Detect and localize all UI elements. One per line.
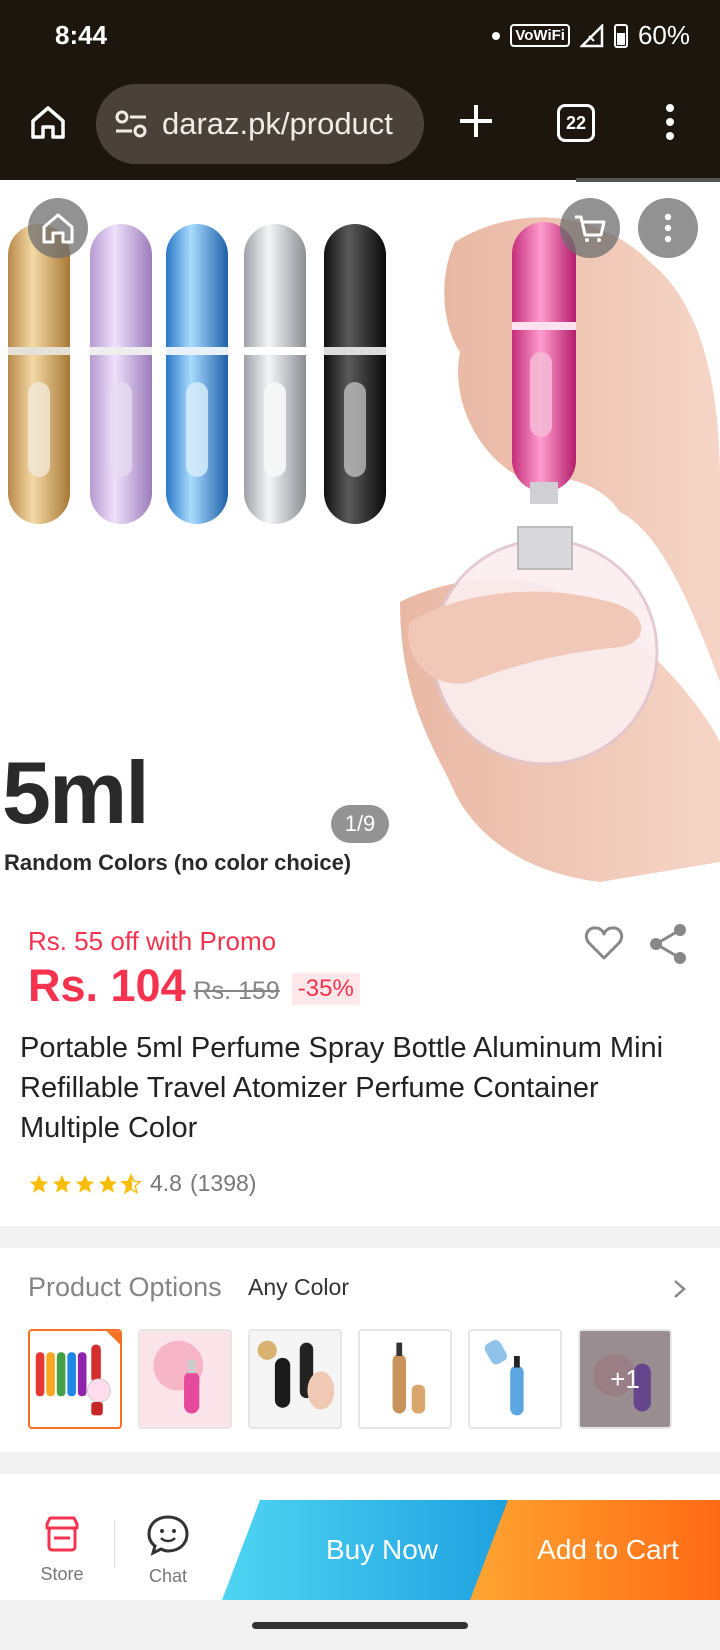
- variant-image: [140, 1331, 230, 1427]
- product-options-label[interactable]: Product Options: [28, 1272, 222, 1303]
- home-gesture-bar[interactable]: [252, 1622, 468, 1629]
- variant-thumbnail[interactable]: [358, 1329, 452, 1429]
- status-icons: VoWiFi 60%: [492, 20, 690, 51]
- variant-thumbnail[interactable]: [138, 1329, 232, 1429]
- variant-image: [35, 1331, 120, 1416]
- store-icon: [45, 1516, 79, 1552]
- bottom-action-bar: Store Chat Buy Now Add to Cart: [0, 1496, 720, 1600]
- price-row: Rs. 104 Rs. 159 -35%: [28, 960, 360, 1012]
- variant-image: [360, 1331, 450, 1427]
- chevron-right-icon[interactable]: [672, 1278, 688, 1300]
- home-button[interactable]: [28, 198, 88, 258]
- more-options-icon[interactable]: [660, 100, 680, 144]
- store-label: Store: [40, 1564, 84, 1584]
- wishlist-heart-icon[interactable]: [584, 925, 624, 961]
- variant-thumbnail-more[interactable]: +1: [578, 1329, 672, 1429]
- product-title: Portable 5ml Perfume Spray Bottle Alumin…: [20, 1032, 664, 1144]
- current-price: Rs. 104: [28, 960, 186, 1011]
- section-divider: [0, 1452, 720, 1474]
- share-icon[interactable]: [648, 923, 688, 965]
- rating-row[interactable]: 4.8 (1398): [28, 1170, 256, 1197]
- status-time: 8:44: [55, 20, 108, 50]
- more-vertical-icon: [664, 213, 672, 243]
- chat-icon: [147, 1515, 189, 1556]
- tab-switcher-button[interactable]: 22: [557, 104, 595, 142]
- variant-image: [250, 1331, 340, 1427]
- more-button[interactable]: [638, 198, 698, 258]
- store-button[interactable]: Store: [22, 1514, 102, 1585]
- promo-text[interactable]: Rs. 55 off with Promo: [28, 926, 276, 957]
- image-caption-size: 5ml: [2, 743, 150, 842]
- url-text: daraz.pk/product: [162, 106, 393, 141]
- site-settings-icon[interactable]: [114, 109, 148, 139]
- star-half-icon: [120, 1172, 142, 1194]
- browser-toolbar: daraz.pk/product 22: [0, 72, 720, 180]
- variant-thumbnail[interactable]: [248, 1329, 342, 1429]
- variant-thumbnail[interactable]: [468, 1329, 562, 1429]
- cart-button[interactable]: [560, 198, 620, 258]
- star-full-icon: [98, 1174, 118, 1193]
- battery-percent: 60%: [637, 20, 690, 50]
- rating-value: 4.8: [150, 1170, 182, 1196]
- image-counter: 1/9: [331, 805, 389, 843]
- chat-button[interactable]: Chat: [128, 1514, 208, 1587]
- section-divider: [0, 1226, 720, 1248]
- star-full-icon: [52, 1174, 72, 1193]
- product-options-value[interactable]: Any Color: [248, 1274, 349, 1301]
- status-bar: 8:44 VoWiFi 60%: [0, 0, 720, 72]
- vowifi-icon: VoWiFi: [510, 24, 570, 47]
- variant-thumbnails: +1: [28, 1329, 672, 1429]
- more-variants-count: +1: [580, 1331, 670, 1427]
- variant-image: [470, 1331, 560, 1427]
- address-bar[interactable]: daraz.pk/product: [96, 84, 424, 164]
- discount-badge: -35%: [291, 973, 360, 1005]
- signal-icon: [579, 23, 604, 47]
- home-icon: [42, 213, 74, 244]
- divider: [114, 1520, 115, 1568]
- buy-now-button[interactable]: Buy Now: [222, 1500, 512, 1600]
- home-icon[interactable]: [28, 102, 68, 142]
- new-tab-icon[interactable]: [455, 100, 497, 142]
- rating-count: (1398): [189, 1170, 257, 1196]
- add-to-cart-button[interactable]: Add to Cart: [470, 1500, 720, 1600]
- star-full-icon: [29, 1174, 49, 1193]
- product-image-gallery[interactable]: 5ml Random Colors (no color choice) 1/9: [0, 182, 720, 902]
- star-rating: [28, 1172, 142, 1195]
- star-full-icon: [75, 1174, 95, 1193]
- notification-dot-icon: [492, 31, 501, 40]
- variant-thumbnail[interactable]: [28, 1329, 122, 1429]
- chat-label: Chat: [148, 1566, 188, 1586]
- cart-icon: [575, 215, 606, 242]
- image-caption-colors: Random Colors (no color choice): [4, 850, 352, 875]
- battery-icon: [613, 23, 628, 48]
- original-price: Rs. 159: [193, 976, 280, 1005]
